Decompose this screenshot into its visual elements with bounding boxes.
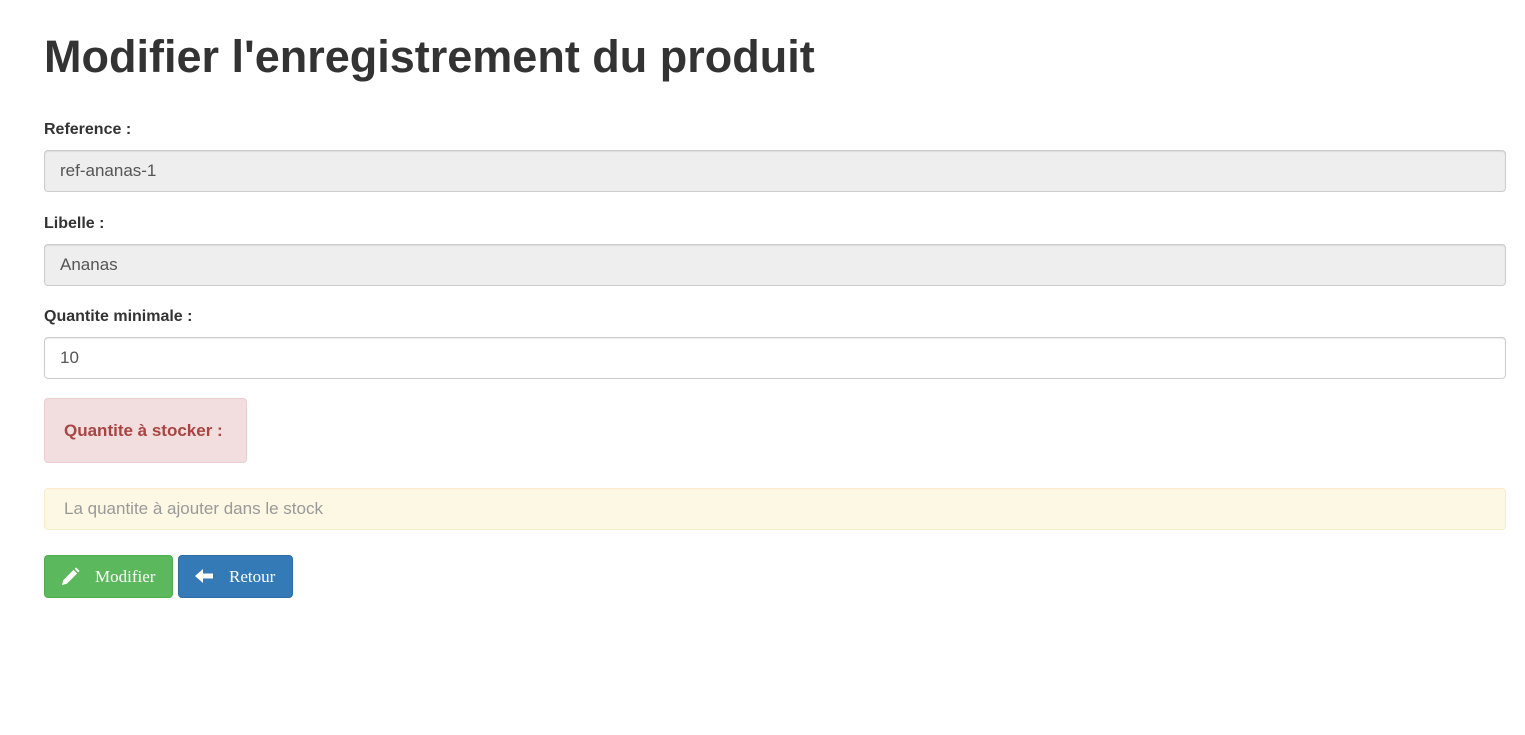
form-actions: Modifier Retour (44, 555, 1506, 598)
reference-group: Reference : (44, 120, 1506, 192)
edit-product-form-container: Modifier l'enregistrement du produit Ref… (44, 0, 1506, 598)
libelle-label: Libelle : (44, 215, 105, 232)
libelle-group: Libelle : (44, 214, 1506, 286)
retour-button-label: Retour (229, 566, 276, 586)
quantite-minimale-field[interactable] (44, 337, 1506, 379)
quantite-minimale-group: Quantite minimale : (44, 307, 1506, 379)
page-title: Modifier l'enregistrement du produit (44, 31, 815, 82)
retour-button[interactable]: Retour (178, 555, 293, 598)
libelle-field[interactable] (44, 244, 1506, 286)
reference-label: Reference : (44, 121, 132, 138)
quantite-a-stocker-field[interactable] (44, 488, 1506, 530)
quantite-minimale-label: Quantite minimale : (44, 308, 193, 325)
modifier-button-label: Modifier (95, 566, 156, 586)
arrow-left-icon (194, 567, 214, 587)
modifier-button[interactable]: Modifier (44, 555, 173, 598)
pencil-icon (60, 566, 80, 587)
quantite-a-stocker-label: Quantite à stocker : (44, 398, 247, 463)
reference-field[interactable] (44, 150, 1506, 192)
